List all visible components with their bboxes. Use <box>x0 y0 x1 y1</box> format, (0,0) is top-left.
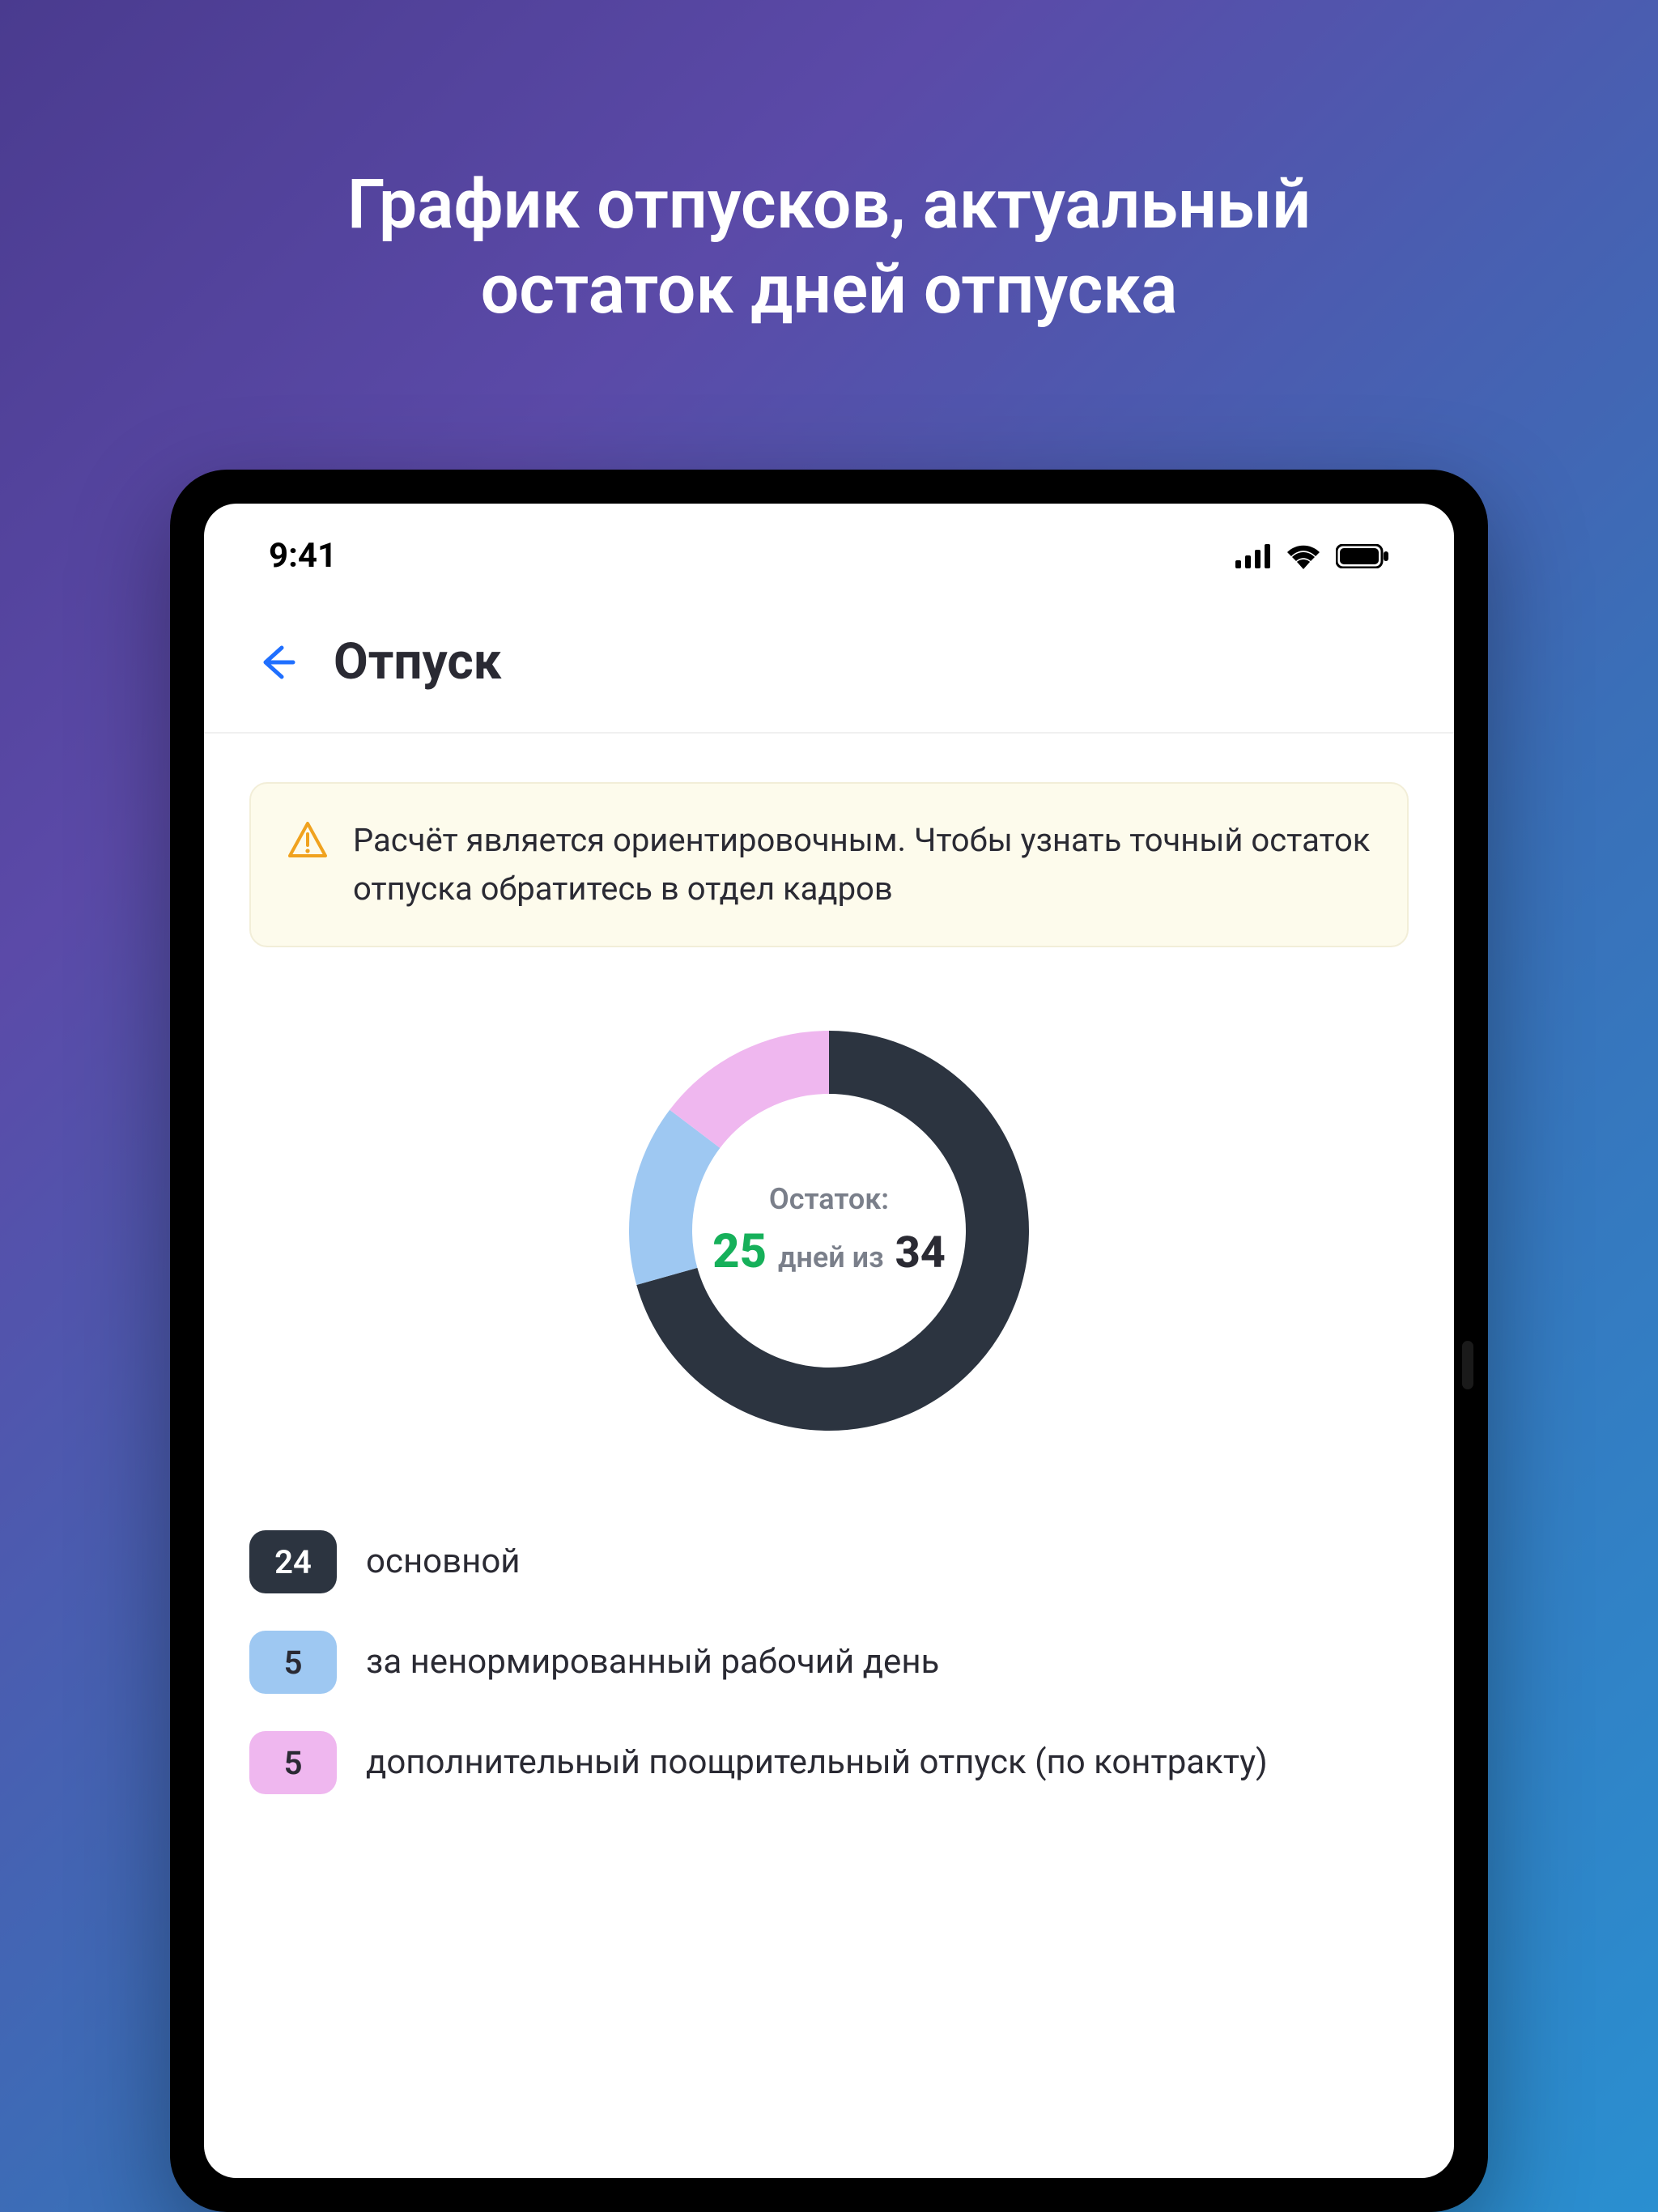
legend: 24 основной 5 за ненормированный рабочий… <box>249 1530 1409 1794</box>
tablet-camera <box>1462 1341 1473 1389</box>
wifi-icon <box>1286 543 1321 569</box>
arrow-left-icon <box>254 640 300 685</box>
legend-label: основной <box>366 1540 521 1585</box>
app-screen: 9:41 Отпуск <box>204 504 1454 2178</box>
legend-label: дополнительный поощрительный отпуск (по … <box>366 1741 1268 1785</box>
legend-item: 5 дополнительный поощрительный отпуск (п… <box>249 1731 1409 1794</box>
app-header: Отпуск <box>204 600 1454 734</box>
legend-item: 5 за ненормированный рабочий день <box>249 1631 1409 1694</box>
content-area: Расчёт является ориентировочным. Чтобы у… <box>204 734 1454 1843</box>
warning-icon <box>287 819 329 865</box>
promo-line-1: График отпусков, актуальный <box>0 162 1658 247</box>
donut-center: Остаток: 25 дней из 34 <box>619 1020 1039 1441</box>
promo-line-2: остаток дней отпуска <box>0 247 1658 332</box>
tablet-frame: 9:41 Отпуск <box>170 470 1488 2212</box>
promo-title: График отпусков, актуальный остаток дней… <box>0 0 1658 332</box>
cellular-signal-icon <box>1235 544 1271 568</box>
total-days: 34 <box>895 1227 946 1278</box>
remaining-days: 25 <box>712 1224 767 1279</box>
status-bar: 9:41 <box>204 504 1454 600</box>
notice-card: Расчёт является ориентировочным. Чтобы у… <box>249 782 1409 947</box>
donut-middle-text: дней из <box>778 1240 884 1274</box>
page-title: Отпуск <box>334 632 502 691</box>
donut-label: Остаток: <box>769 1182 889 1216</box>
back-button[interactable] <box>253 638 301 687</box>
legend-label: за ненормированный рабочий день <box>366 1640 939 1685</box>
legend-badge: 5 <box>249 1631 337 1694</box>
battery-icon <box>1336 544 1389 568</box>
status-indicators <box>1235 543 1389 569</box>
legend-badge: 5 <box>249 1731 337 1794</box>
legend-item: 24 основной <box>249 1530 1409 1593</box>
donut-chart: Остаток: 25 дней из 34 <box>249 1020 1409 1441</box>
donut-values: 25 дней из 34 <box>712 1224 946 1279</box>
notice-text: Расчёт является ориентировочным. Чтобы у… <box>353 816 1371 913</box>
status-time: 9:41 <box>269 536 337 576</box>
legend-badge: 24 <box>249 1530 337 1593</box>
